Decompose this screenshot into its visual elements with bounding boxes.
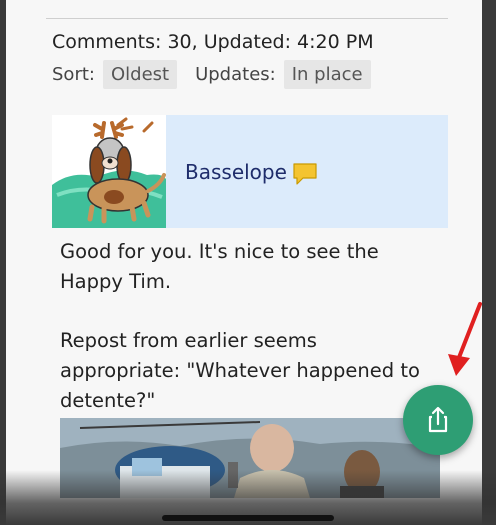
comment-header: Basselope bbox=[52, 115, 448, 228]
comments-label: Comments: bbox=[52, 31, 162, 53]
comments-meta: Comments: 30, Updated: 4:20 PM bbox=[52, 31, 374, 53]
left-edge bbox=[0, 0, 6, 525]
sort-select[interactable]: Oldest bbox=[102, 59, 178, 89]
home-indicator[interactable] bbox=[162, 515, 334, 521]
sort-label: Sort: bbox=[52, 63, 95, 85]
top-divider bbox=[46, 18, 448, 19]
updates-label: Updates: bbox=[195, 63, 276, 85]
username-panel: Basselope bbox=[166, 115, 448, 228]
updates-select[interactable]: In place bbox=[283, 59, 371, 89]
updated-label: Updated: bbox=[203, 31, 291, 53]
sort-row: Sort: Oldest Updates: In place bbox=[52, 59, 371, 89]
share-icon bbox=[428, 406, 448, 433]
basselope-avatar-icon[interactable] bbox=[52, 115, 166, 228]
comments-count: 30, bbox=[167, 31, 198, 53]
comment-body: Good for you. It's nice to see the Happy… bbox=[60, 237, 440, 445]
updated-time: 4:20 PM bbox=[297, 31, 374, 53]
share-button[interactable] bbox=[403, 385, 473, 455]
speech-bubble-icon[interactable] bbox=[292, 162, 317, 185]
comment-username[interactable]: Basselope bbox=[185, 160, 287, 184]
comment-paragraph: Repost from earlier seems appropriate: "… bbox=[60, 329, 420, 412]
screen: Comments: 30, Updated: 4:20 PM Sort: Old… bbox=[0, 0, 496, 525]
red-arrow-annotation bbox=[448, 302, 482, 376]
comment-paragraph: Good for you. It's nice to see the Happy… bbox=[60, 240, 379, 293]
